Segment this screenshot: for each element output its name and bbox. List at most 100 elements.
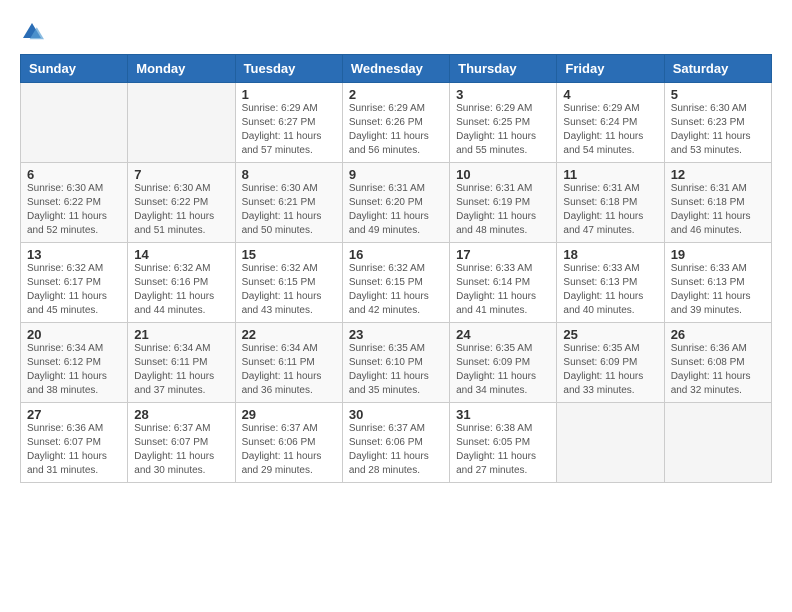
day-info: Sunrise: 6:37 AM Sunset: 6:07 PM Dayligh…: [134, 422, 228, 478]
calendar-cell: 16Sunrise: 6:32 AM Sunset: 6:15 PM Dayli…: [342, 243, 449, 323]
week-row-1: 1Sunrise: 6:29 AM Sunset: 6:27 PM Daylig…: [21, 83, 772, 163]
weekday-header-friday: Friday: [557, 55, 664, 83]
calendar-cell: 25Sunrise: 6:35 AM Sunset: 6:09 PM Dayli…: [557, 323, 664, 403]
calendar-cell: 31Sunrise: 6:38 AM Sunset: 6:05 PM Dayli…: [450, 403, 557, 483]
day-number: 25: [563, 327, 657, 342]
calendar-cell: 22Sunrise: 6:34 AM Sunset: 6:11 PM Dayli…: [235, 323, 342, 403]
day-number: 15: [242, 247, 336, 262]
day-info: Sunrise: 6:37 AM Sunset: 6:06 PM Dayligh…: [349, 422, 443, 478]
header: [20, 20, 772, 44]
week-row-4: 20Sunrise: 6:34 AM Sunset: 6:12 PM Dayli…: [21, 323, 772, 403]
day-info: Sunrise: 6:30 AM Sunset: 6:22 PM Dayligh…: [134, 182, 228, 238]
day-number: 30: [349, 407, 443, 422]
calendar-cell: 18Sunrise: 6:33 AM Sunset: 6:13 PM Dayli…: [557, 243, 664, 323]
day-info: Sunrise: 6:30 AM Sunset: 6:22 PM Dayligh…: [27, 182, 121, 238]
day-info: Sunrise: 6:33 AM Sunset: 6:14 PM Dayligh…: [456, 262, 550, 318]
calendar-cell: 29Sunrise: 6:37 AM Sunset: 6:06 PM Dayli…: [235, 403, 342, 483]
weekday-header-monday: Monday: [128, 55, 235, 83]
day-info: Sunrise: 6:36 AM Sunset: 6:08 PM Dayligh…: [671, 342, 765, 398]
week-row-5: 27Sunrise: 6:36 AM Sunset: 6:07 PM Dayli…: [21, 403, 772, 483]
day-info: Sunrise: 6:29 AM Sunset: 6:25 PM Dayligh…: [456, 102, 550, 158]
day-info: Sunrise: 6:32 AM Sunset: 6:17 PM Dayligh…: [27, 262, 121, 318]
weekday-header-thursday: Thursday: [450, 55, 557, 83]
day-number: 16: [349, 247, 443, 262]
calendar-cell: 4Sunrise: 6:29 AM Sunset: 6:24 PM Daylig…: [557, 83, 664, 163]
day-info: Sunrise: 6:29 AM Sunset: 6:24 PM Dayligh…: [563, 102, 657, 158]
day-number: 18: [563, 247, 657, 262]
logo: [20, 20, 46, 44]
day-info: Sunrise: 6:30 AM Sunset: 6:21 PM Dayligh…: [242, 182, 336, 238]
day-info: Sunrise: 6:33 AM Sunset: 6:13 PM Dayligh…: [563, 262, 657, 318]
day-number: 1: [242, 87, 336, 102]
day-info: Sunrise: 6:34 AM Sunset: 6:12 PM Dayligh…: [27, 342, 121, 398]
day-number: 4: [563, 87, 657, 102]
calendar-cell: 14Sunrise: 6:32 AM Sunset: 6:16 PM Dayli…: [128, 243, 235, 323]
calendar-cell: [21, 83, 128, 163]
calendar-cell: 20Sunrise: 6:34 AM Sunset: 6:12 PM Dayli…: [21, 323, 128, 403]
day-number: 24: [456, 327, 550, 342]
day-number: 26: [671, 327, 765, 342]
day-info: Sunrise: 6:35 AM Sunset: 6:10 PM Dayligh…: [349, 342, 443, 398]
calendar-cell: [128, 83, 235, 163]
calendar-cell: 24Sunrise: 6:35 AM Sunset: 6:09 PM Dayli…: [450, 323, 557, 403]
day-number: 14: [134, 247, 228, 262]
day-number: 9: [349, 167, 443, 182]
day-info: Sunrise: 6:31 AM Sunset: 6:18 PM Dayligh…: [671, 182, 765, 238]
day-info: Sunrise: 6:29 AM Sunset: 6:27 PM Dayligh…: [242, 102, 336, 158]
day-info: Sunrise: 6:33 AM Sunset: 6:13 PM Dayligh…: [671, 262, 765, 318]
day-info: Sunrise: 6:31 AM Sunset: 6:19 PM Dayligh…: [456, 182, 550, 238]
calendar-cell: 10Sunrise: 6:31 AM Sunset: 6:19 PM Dayli…: [450, 163, 557, 243]
calendar-cell: 3Sunrise: 6:29 AM Sunset: 6:25 PM Daylig…: [450, 83, 557, 163]
calendar-cell: [664, 403, 771, 483]
calendar-cell: 6Sunrise: 6:30 AM Sunset: 6:22 PM Daylig…: [21, 163, 128, 243]
weekday-header-sunday: Sunday: [21, 55, 128, 83]
calendar-cell: 17Sunrise: 6:33 AM Sunset: 6:14 PM Dayli…: [450, 243, 557, 323]
logo-icon: [20, 20, 44, 44]
day-number: 28: [134, 407, 228, 422]
weekday-header-row: SundayMondayTuesdayWednesdayThursdayFrid…: [21, 55, 772, 83]
day-info: Sunrise: 6:36 AM Sunset: 6:07 PM Dayligh…: [27, 422, 121, 478]
calendar: SundayMondayTuesdayWednesdayThursdayFrid…: [20, 54, 772, 483]
calendar-cell: 30Sunrise: 6:37 AM Sunset: 6:06 PM Dayli…: [342, 403, 449, 483]
day-info: Sunrise: 6:35 AM Sunset: 6:09 PM Dayligh…: [563, 342, 657, 398]
day-info: Sunrise: 6:32 AM Sunset: 6:15 PM Dayligh…: [242, 262, 336, 318]
calendar-cell: 1Sunrise: 6:29 AM Sunset: 6:27 PM Daylig…: [235, 83, 342, 163]
day-number: 31: [456, 407, 550, 422]
day-number: 12: [671, 167, 765, 182]
weekday-header-wednesday: Wednesday: [342, 55, 449, 83]
day-number: 11: [563, 167, 657, 182]
calendar-cell: 11Sunrise: 6:31 AM Sunset: 6:18 PM Dayli…: [557, 163, 664, 243]
day-info: Sunrise: 6:32 AM Sunset: 6:16 PM Dayligh…: [134, 262, 228, 318]
day-number: 8: [242, 167, 336, 182]
calendar-cell: 2Sunrise: 6:29 AM Sunset: 6:26 PM Daylig…: [342, 83, 449, 163]
day-number: 3: [456, 87, 550, 102]
day-info: Sunrise: 6:35 AM Sunset: 6:09 PM Dayligh…: [456, 342, 550, 398]
calendar-cell: 12Sunrise: 6:31 AM Sunset: 6:18 PM Dayli…: [664, 163, 771, 243]
day-number: 20: [27, 327, 121, 342]
calendar-cell: 5Sunrise: 6:30 AM Sunset: 6:23 PM Daylig…: [664, 83, 771, 163]
weekday-header-tuesday: Tuesday: [235, 55, 342, 83]
day-number: 27: [27, 407, 121, 422]
calendar-cell: 8Sunrise: 6:30 AM Sunset: 6:21 PM Daylig…: [235, 163, 342, 243]
week-row-2: 6Sunrise: 6:30 AM Sunset: 6:22 PM Daylig…: [21, 163, 772, 243]
day-number: 29: [242, 407, 336, 422]
day-number: 22: [242, 327, 336, 342]
day-info: Sunrise: 6:30 AM Sunset: 6:23 PM Dayligh…: [671, 102, 765, 158]
calendar-cell: 13Sunrise: 6:32 AM Sunset: 6:17 PM Dayli…: [21, 243, 128, 323]
day-number: 5: [671, 87, 765, 102]
calendar-cell: 7Sunrise: 6:30 AM Sunset: 6:22 PM Daylig…: [128, 163, 235, 243]
calendar-cell: 15Sunrise: 6:32 AM Sunset: 6:15 PM Dayli…: [235, 243, 342, 323]
weekday-header-saturday: Saturday: [664, 55, 771, 83]
day-number: 19: [671, 247, 765, 262]
day-number: 21: [134, 327, 228, 342]
calendar-cell: 21Sunrise: 6:34 AM Sunset: 6:11 PM Dayli…: [128, 323, 235, 403]
calendar-cell: 23Sunrise: 6:35 AM Sunset: 6:10 PM Dayli…: [342, 323, 449, 403]
day-info: Sunrise: 6:34 AM Sunset: 6:11 PM Dayligh…: [242, 342, 336, 398]
day-number: 6: [27, 167, 121, 182]
day-number: 2: [349, 87, 443, 102]
calendar-cell: 9Sunrise: 6:31 AM Sunset: 6:20 PM Daylig…: [342, 163, 449, 243]
calendar-cell: 19Sunrise: 6:33 AM Sunset: 6:13 PM Dayli…: [664, 243, 771, 323]
day-number: 17: [456, 247, 550, 262]
day-info: Sunrise: 6:32 AM Sunset: 6:15 PM Dayligh…: [349, 262, 443, 318]
week-row-3: 13Sunrise: 6:32 AM Sunset: 6:17 PM Dayli…: [21, 243, 772, 323]
